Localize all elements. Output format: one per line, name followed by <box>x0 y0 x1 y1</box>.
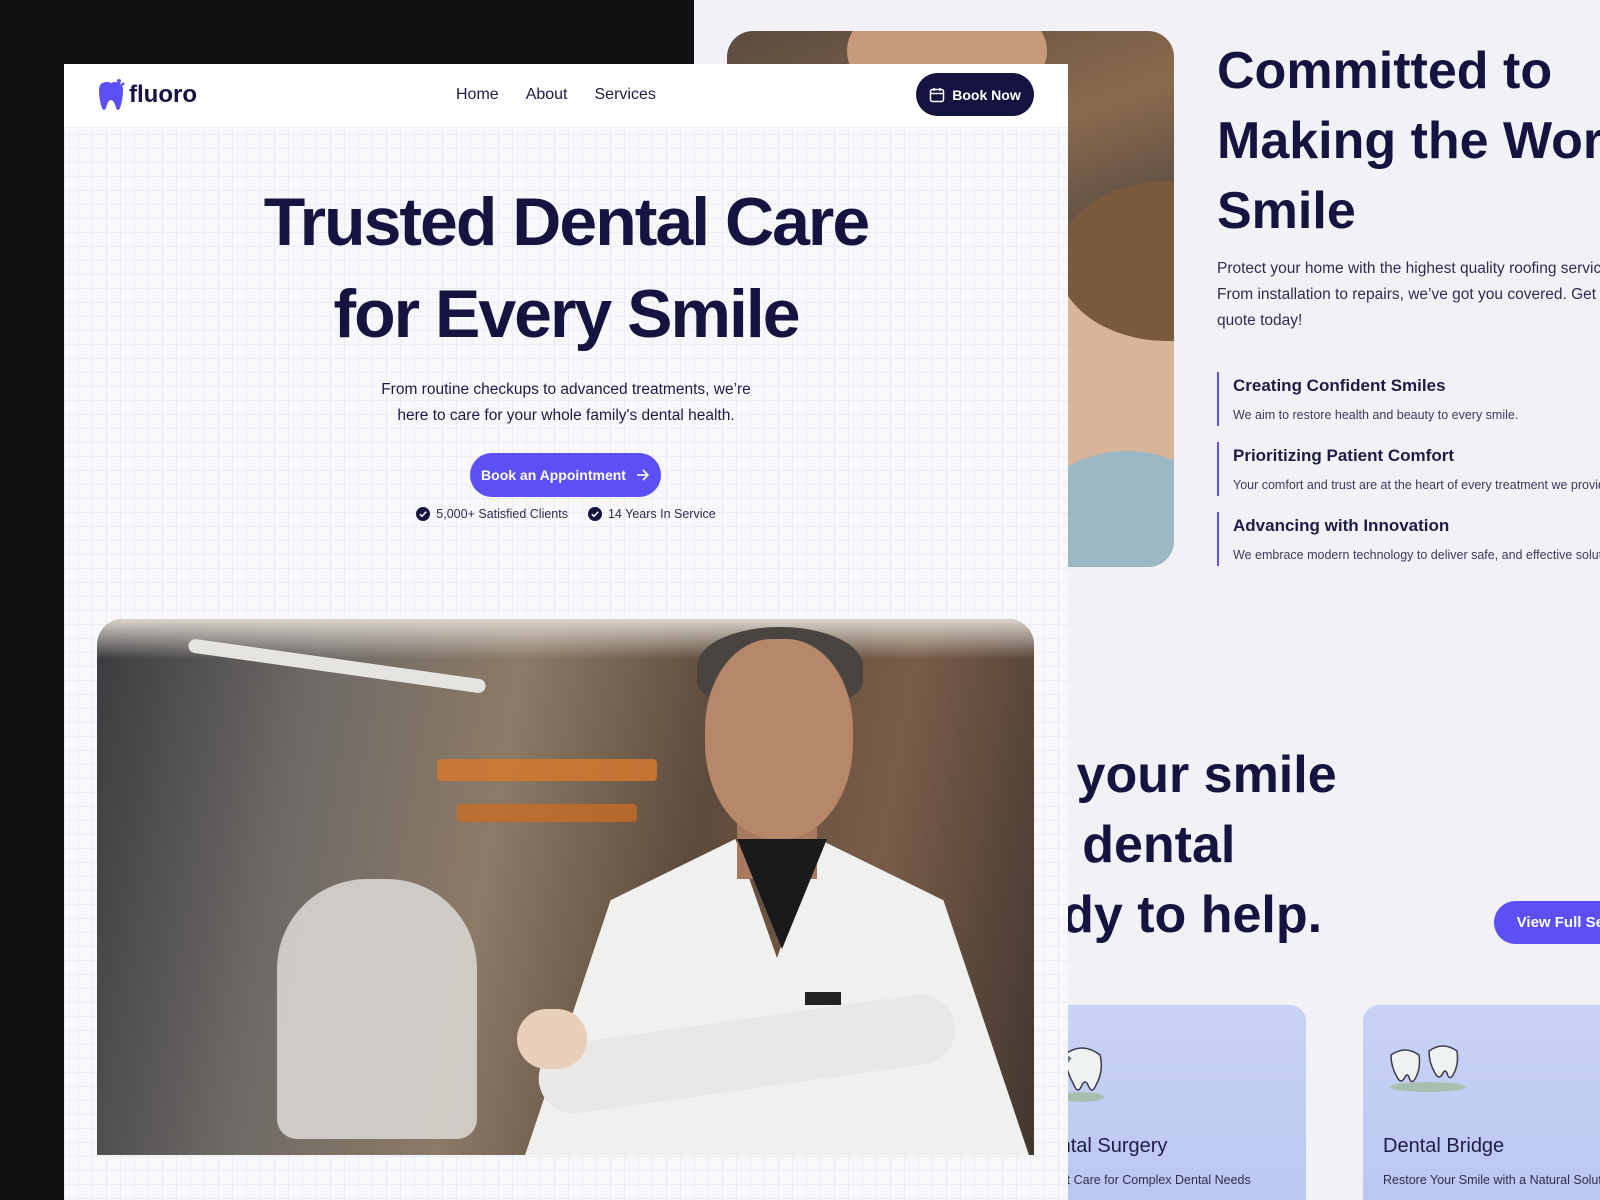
value-desc: We embrace modern technology to deliver … <box>1233 548 1600 562</box>
stat-label: 14 Years In Service <box>607 507 716 521</box>
service-card-desc: Restore Your Smile with a Natural Soluti… <box>1383 1173 1600 1187</box>
arrow-right-icon <box>636 469 650 481</box>
book-now-label: Book Now <box>952 86 1021 103</box>
value-item: Prioritizing Patient Comfort Your comfor… <box>1217 442 1600 496</box>
hero-title-line: for Every Smile <box>333 276 800 352</box>
about-desc-line: From installation to repairs, we’ve got … <box>1217 286 1600 303</box>
hero-title-line: Trusted Dental Care <box>263 184 870 260</box>
value-desc: We aim to restore health and beauty to e… <box>1233 408 1519 422</box>
book-now-button[interactable]: Book Now <box>916 73 1034 116</box>
about-headline: Committed to Making the World Smile <box>1217 36 1600 246</box>
hero-subtitle-line: here to care for your whole family's den… <box>397 407 735 424</box>
tooth-logo-icon <box>99 79 125 110</box>
logo[interactable]: fluoro <box>97 78 197 112</box>
value-title: Creating Confident Smiles <box>1233 376 1446 395</box>
nav-link-home[interactable]: Home <box>456 86 499 104</box>
stat-item: 14 Years In Service <box>587 507 716 521</box>
book-appointment-label: Book an Appointment <box>481 467 626 483</box>
book-appointment-button[interactable]: Book an Appointment <box>470 453 661 497</box>
hero-title: Trusted Dental Care for Every Smile <box>64 176 1068 360</box>
value-desc: Your comfort and trust are at the heart … <box>1233 478 1600 492</box>
check-circle-icon <box>416 507 431 521</box>
dentist-photo <box>97 619 1034 1155</box>
about-desc-line: quote today! <box>1217 312 1303 329</box>
hero-subtitle: From routine checkups to advanced treatm… <box>64 377 1068 429</box>
about-desc-line: Protect your home with the highest quali… <box>1217 260 1600 277</box>
service-card-title: Dental Bridge <box>1383 1135 1505 1157</box>
hero-subtitle-line: From routine checkups to advanced treatm… <box>381 381 751 398</box>
value-item: Creating Confident Smiles We aim to rest… <box>1217 372 1600 426</box>
value-title: Prioritizing Patient Comfort <box>1233 446 1454 465</box>
about-headline-line: Making the World <box>1217 112 1600 170</box>
stat-item: 5,000+ Satisfied Clients <box>416 507 568 521</box>
service-card-dental-bridge[interactable]: Dental Bridge Restore Your Smile with a … <box>1363 1005 1600 1200</box>
calendar-icon <box>930 87 945 102</box>
about-description: Protect your home with the highest quali… <box>1217 256 1600 334</box>
navbar: fluoro Home About Services Book Now <box>64 64 1068 128</box>
logo-text: fluoro <box>129 81 197 108</box>
value-item: Advancing with Innovation We embrace mod… <box>1217 512 1600 566</box>
check-circle-icon <box>587 507 602 521</box>
view-full-services-button[interactable]: View Full Services <box>1494 901 1600 944</box>
main-page: fluoro Home About Services Book Now Trus… <box>64 64 1068 1200</box>
teeth-bridge-icon <box>1390 1045 1466 1092</box>
stat-label: 5,000+ Satisfied Clients <box>436 507 568 521</box>
nav-link-services[interactable]: Services <box>595 86 656 104</box>
hero-stats: 5,000+ Satisfied Clients 14 Years In Ser… <box>64 507 1068 521</box>
value-title: Advancing with Innovation <box>1233 516 1450 535</box>
about-headline-line: Committed to <box>1217 42 1553 100</box>
nav-link-about[interactable]: About <box>526 86 568 104</box>
nav-links: Home About Services <box>456 86 656 104</box>
about-headline-line: Smile <box>1217 182 1356 240</box>
